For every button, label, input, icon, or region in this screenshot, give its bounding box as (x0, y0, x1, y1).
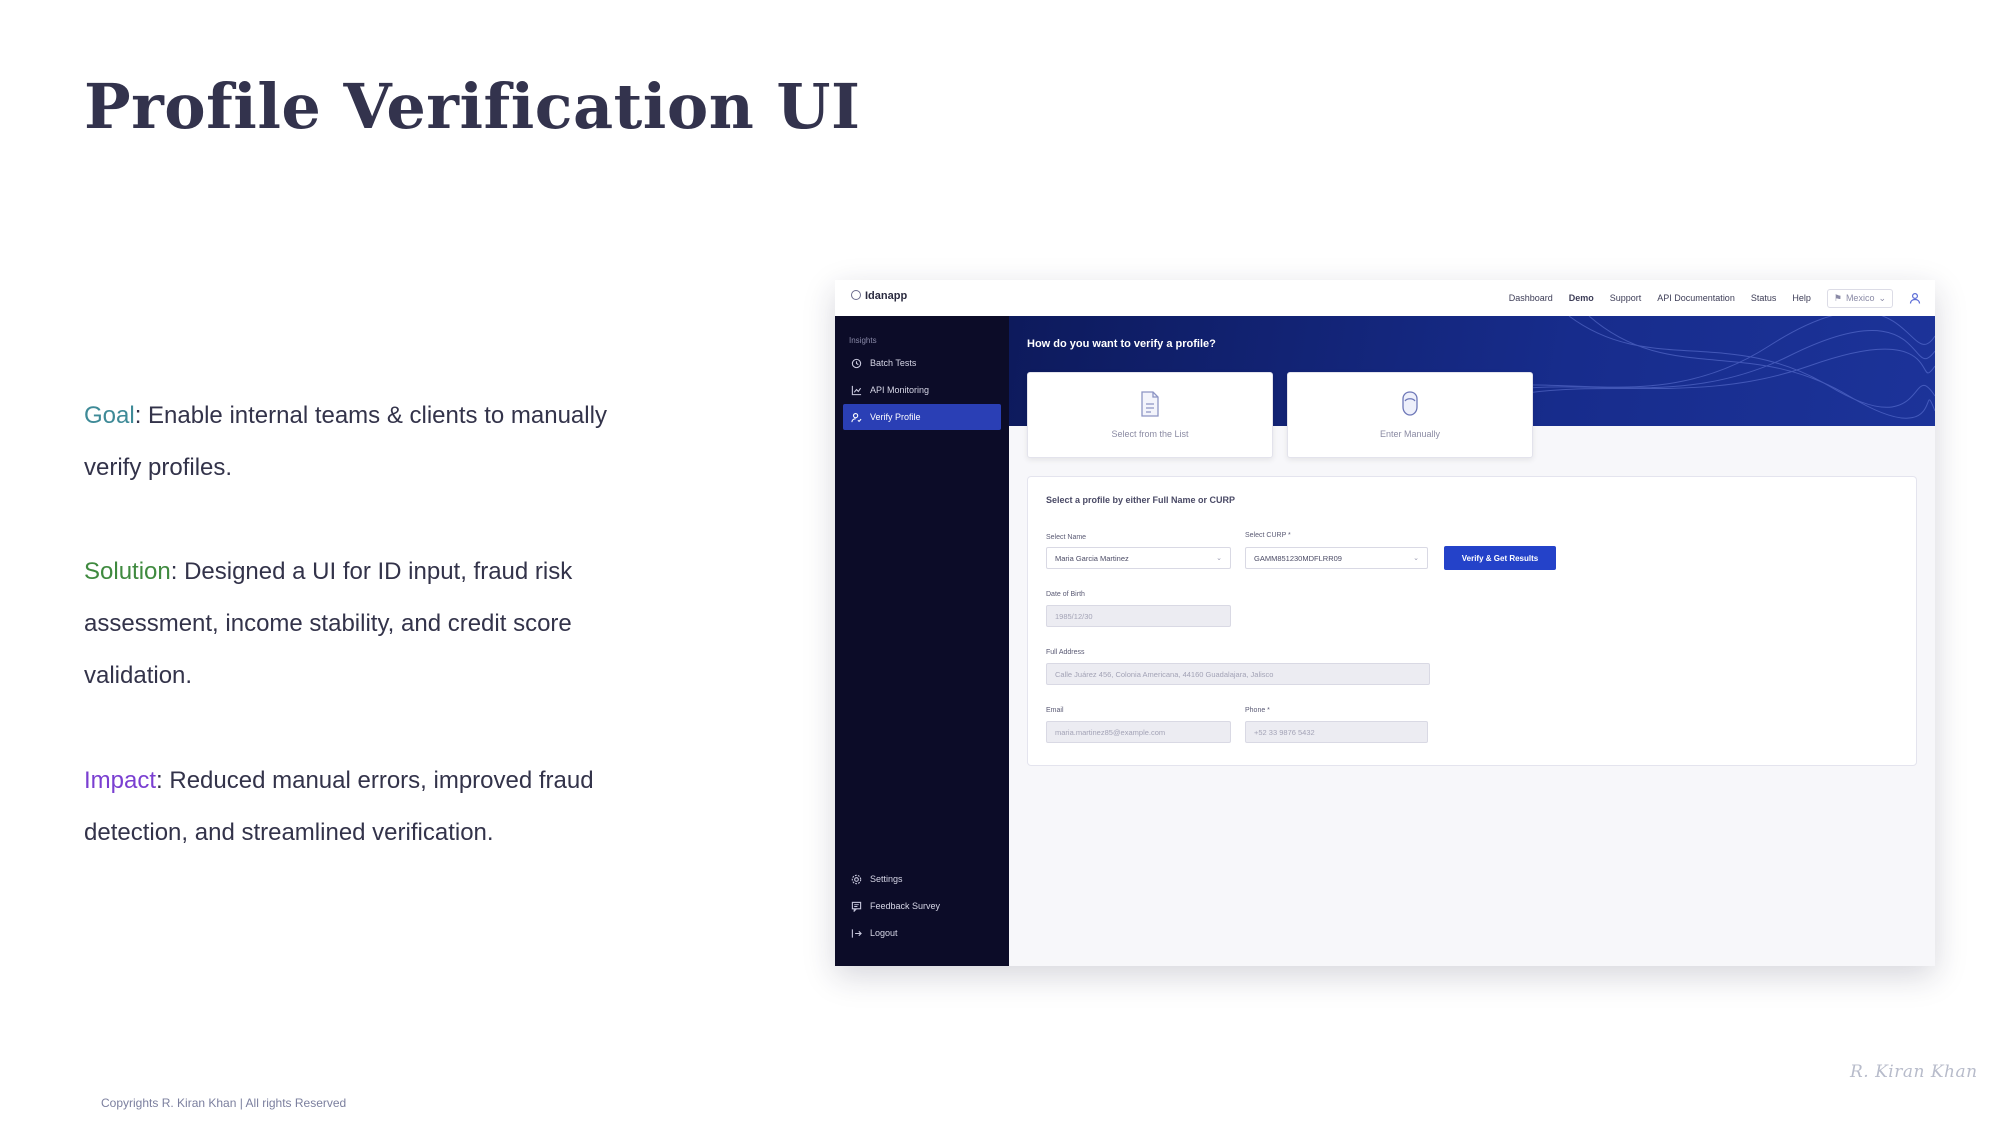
verify-form: Select a profile by either Full Name or … (1027, 476, 1917, 766)
nav-api-documentation[interactable]: API Documentation (1657, 293, 1735, 303)
verify-get-results-button[interactable]: Verify & Get Results (1444, 546, 1556, 570)
select-curp-label: Select CURP * (1245, 532, 1291, 539)
sidebar-section-label: Insights (849, 336, 877, 345)
top-nav: Dashboard Demo Support API Documentation… (1509, 280, 1921, 316)
chevron-down-icon: ⌄ (1216, 555, 1222, 562)
sidebar-item-label: Settings (870, 874, 903, 884)
chevron-down-icon: ⌄ (1878, 292, 1886, 303)
select-name-value: Maria Garcia Martinez (1055, 553, 1129, 563)
nav-support[interactable]: Support (1610, 293, 1642, 303)
sidebar-item-label: Feedback Survey (870, 901, 941, 911)
sidebar-item-label: API Monitoring (870, 385, 930, 395)
select-curp-value: GAMM851230MDFLRR09 (1254, 553, 1342, 563)
sidebar-item-logout[interactable]: Logout (843, 920, 1001, 946)
nav-help[interactable]: Help (1792, 293, 1811, 303)
top-nav-bar: Idanapp Dashboard Demo Support API Docum… (835, 280, 1935, 316)
solution-paragraph: Solution: Designed a UI for ID input, fr… (84, 546, 644, 702)
face-scan-icon (1402, 391, 1418, 416)
copyright-text: Copyrights R. Kiran Khan | All rights Re… (101, 1096, 347, 1110)
solution-key: Solution (84, 558, 171, 585)
logo-icon (851, 290, 861, 300)
sidebar-item-feedback-survey[interactable]: Feedback Survey (843, 893, 1001, 919)
email-field[interactable]: maria.martinez85@example.com (1046, 721, 1231, 743)
flag-icon: ⚑ (1833, 292, 1842, 303)
document-icon (1141, 391, 1159, 417)
feedback-icon (851, 901, 862, 912)
nav-demo[interactable]: Demo (1569, 293, 1594, 303)
option-select-from-list[interactable]: Select from the List (1027, 372, 1273, 458)
goal-key: Goal (84, 402, 135, 429)
impact-text: : Reduced manual errors, improved fraud … (84, 767, 594, 846)
signature: R. Kiran Khan (1850, 1062, 1978, 1082)
email-value: maria.martinez85@example.com (1055, 727, 1166, 737)
gear-icon (851, 874, 862, 884)
brand-name: Idanapp (865, 290, 908, 302)
app-window: Idanapp Dashboard Demo Support API Docum… (835, 280, 1935, 966)
impact-paragraph: Impact: Reduced manual errors, improved … (84, 755, 644, 859)
goal-text: : Enable internal teams & clients to man… (84, 402, 607, 481)
phone-field[interactable]: +52 33 9876 5432 (1245, 721, 1428, 743)
country-select[interactable]: ⚑ Mexico ⌄ (1826, 288, 1893, 308)
select-name-label: Select Name (1046, 534, 1087, 541)
nav-dashboard[interactable]: Dashboard (1509, 293, 1553, 303)
history-icon (851, 358, 862, 368)
user-icon[interactable] (1909, 292, 1921, 304)
banner-title: How do you want to verify a profile? (1027, 338, 1216, 350)
sidebar-item-verify-profile[interactable]: Verify Profile (843, 404, 1001, 430)
email-label: Email (1046, 707, 1064, 714)
sidebar-item-label: Logout (870, 928, 898, 938)
dob-label: Date of Birth (1046, 591, 1085, 598)
sidebar-item-batch-tests[interactable]: Batch Tests (843, 350, 1001, 376)
select-name-dropdown[interactable]: Maria Garcia Martinez ⌄ (1046, 547, 1231, 569)
logout-icon (851, 928, 862, 938)
brand-logo[interactable]: Idanapp (851, 290, 907, 302)
slide-title: Profile Verification UI (84, 70, 861, 143)
address-value: Calle Juárez 456, Colonia Americana, 441… (1055, 669, 1274, 679)
option-label: Enter Manually (1379, 429, 1441, 439)
impact-key: Impact (84, 767, 157, 794)
sidebar-item-label: Verify Profile (870, 412, 921, 422)
address-field[interactable]: Calle Juárez 456, Colonia Americana, 441… (1046, 663, 1430, 685)
sidebar: Insights Batch Tests API Monitoring Veri… (835, 316, 1009, 966)
chart-icon (851, 385, 862, 395)
sidebar-item-label: Batch Tests (870, 358, 917, 368)
nav-status[interactable]: Status (1751, 293, 1777, 303)
option-label: Select from the List (1111, 429, 1189, 439)
form-heading: Select a profile by either Full Name or … (1046, 495, 1236, 505)
select-curp-dropdown[interactable]: GAMM851230MDFLRR09 ⌄ (1245, 547, 1428, 569)
phone-label: Phone * (1245, 707, 1270, 714)
dob-field[interactable]: 1985/12/30 (1046, 605, 1231, 627)
sidebar-item-settings[interactable]: Settings (843, 866, 1001, 892)
sidebar-item-api-monitoring[interactable]: API Monitoring (843, 377, 1001, 403)
phone-value: +52 33 9876 5432 (1254, 727, 1315, 737)
goal-paragraph: Goal: Enable internal teams & clients to… (84, 390, 644, 494)
country-value: Mexico (1845, 293, 1875, 303)
user-check-icon (851, 412, 862, 422)
option-enter-manually[interactable]: Enter Manually (1287, 372, 1533, 458)
address-label: Full Address (1046, 649, 1085, 656)
chevron-down-icon: ⌄ (1413, 555, 1419, 562)
dob-value: 1985/12/30 (1055, 611, 1093, 621)
